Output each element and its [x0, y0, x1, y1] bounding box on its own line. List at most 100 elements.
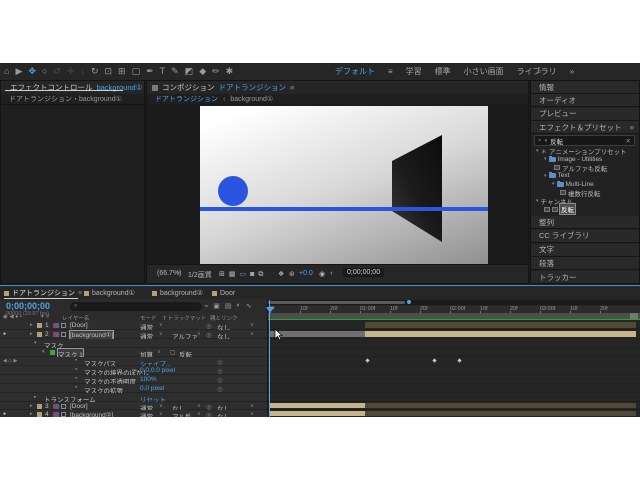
stopwatch-icon[interactable]: ◔ [74, 358, 78, 364]
keyframe-diamond[interactable] [432, 358, 436, 362]
effects-presets-header[interactable]: エフェクト＆プリセット ≡ [531, 121, 639, 134]
comp-mini-flowchart-icon[interactable]: ⌁ [204, 302, 208, 310]
playhead-handle[interactable] [266, 307, 274, 313]
property-row[interactable]: ▾マスク [0, 339, 267, 348]
timeline-search-input[interactable]: ⌕ [70, 302, 202, 311]
include-in-graph-icon[interactable]: ◎ [217, 385, 223, 393]
panel-menu-icon[interactable]: ≡ [78, 290, 82, 297]
preset-tree-item[interactable]: 反転 [544, 205, 575, 213]
panel-menu-icon[interactable]: ≡ [630, 123, 634, 132]
viewer-timecode[interactable]: 0;00;00;00 [343, 268, 384, 277]
layer-name[interactable]: [Door] [70, 403, 88, 410]
type-tool[interactable]: T [160, 67, 166, 76]
track-row[interactable] [268, 410, 640, 417]
orbit-camera-tool[interactable]: ↺ [53, 67, 61, 76]
track-row[interactable] [268, 357, 640, 366]
current-time-display[interactable]: 0;00;00;00 [6, 301, 50, 311]
keyframe-diamond[interactable] [365, 358, 369, 362]
parent-pickwhip-icon[interactable]: ◎ [206, 322, 212, 330]
twirl-icon[interactable]: ▾ [544, 156, 547, 162]
home-icon[interactable]: ⌂ [4, 67, 9, 76]
roto-brush-tool[interactable]: ✏ [212, 67, 220, 76]
include-in-graph-icon[interactable]: ◎ [217, 376, 223, 384]
pan-behind-tool[interactable]: ⊞ [118, 67, 126, 76]
caret-down-icon[interactable]: ▾ [545, 138, 548, 144]
workspace-tab-標準[interactable]: 標準 [435, 66, 451, 77]
panel-menu-icon[interactable]: ≡ [290, 83, 294, 92]
layer-name[interactable]: [background①] [70, 331, 113, 339]
eye-icon[interactable]: ● [3, 331, 6, 337]
dolly-camera-tool[interactable]: ↓ [80, 67, 85, 76]
shape-tool[interactable]: ▢ [132, 67, 141, 76]
preset-tree-item[interactable]: ▾＊アニメーションプリセット [536, 147, 627, 155]
mask-color-swatch[interactable] [50, 350, 55, 355]
sidebar-panel-プレビュー[interactable]: プレビュー [531, 108, 639, 121]
property-row[interactable]: ▾マスク 1加算∨▢反転 [0, 348, 267, 357]
zoom-tool[interactable]: ○ [42, 67, 47, 76]
workspace-tab-»[interactable]: » [570, 67, 574, 76]
grid-guides-icon[interactable]: ⊞ [219, 271, 225, 278]
keyframe-diamond[interactable] [457, 358, 461, 362]
property-row[interactable]: ◀ ◇ ▶◔マスクパスシェイプ...◎ [0, 357, 267, 366]
track-row[interactable] [268, 402, 640, 410]
pan-camera-tool[interactable]: ✛ [67, 67, 75, 76]
selection-tool[interactable]: ▶ [15, 67, 22, 76]
twirl-icon[interactable]: ▾ [34, 340, 37, 346]
label-color-swatch[interactable] [37, 323, 42, 328]
layer-row[interactable]: ▸3[Door]通常∨なし∨◎なし∨ [0, 402, 267, 410]
layer-duration-bar[interactable] [365, 403, 636, 408]
draft-3d-icon[interactable]: ▣ [213, 302, 220, 310]
clear-search-icon[interactable]: ✕ [626, 137, 634, 145]
channels-icon[interactable]: ❖ [278, 270, 284, 278]
twirl-icon[interactable]: ▾ [552, 181, 555, 187]
sidebar-panel-CC ライブラリ[interactable]: CC ライブラリ [531, 230, 639, 243]
layer-duration-bar[interactable] [365, 411, 636, 416]
property-row[interactable]: ◔マスクの不透明度100%◎ [0, 375, 267, 384]
hide-shy-layers-icon[interactable]: ▤ [225, 302, 232, 310]
composition-viewer[interactable] [147, 104, 528, 265]
property-row[interactable]: ◔マスクの拡張0.0 pixel◎ [0, 384, 267, 393]
preset-tree-item[interactable]: ▾Text [544, 172, 569, 180]
track-row[interactable] [268, 330, 640, 339]
track-row[interactable] [268, 384, 640, 393]
layer-name[interactable]: [Door] [70, 322, 88, 329]
timeline-tab-background②[interactable]: background② [152, 287, 203, 299]
zoom-handle[interactable] [407, 300, 411, 304]
hand-tool[interactable]: ✥ [28, 67, 36, 76]
mask-visibility-icon[interactable]: ▦ [229, 271, 236, 278]
twirl-icon[interactable]: ▾ [536, 148, 539, 154]
keyframe-navigator[interactable]: ◀ ◇ ▶ [3, 358, 17, 364]
include-in-graph-icon[interactable]: ◎ [217, 358, 223, 366]
track-row[interactable] [268, 339, 640, 348]
property-value[interactable]: 0.0,0.0 pixel [140, 367, 175, 374]
twirl-icon[interactable]: ▾ [544, 173, 547, 179]
workspace-tab-≡[interactable]: ≡ [388, 67, 393, 76]
fast-previews-icon[interactable]: ⊛ [289, 270, 295, 278]
track-row[interactable] [268, 366, 640, 375]
twirl-icon[interactable]: ▸ [34, 394, 37, 400]
comp-nav-nested[interactable]: background① [230, 95, 273, 103]
mode-dropdown[interactable]: 通常 [140, 411, 153, 417]
clone-stamp-tool[interactable]: ◩ [185, 67, 194, 76]
property-value[interactable]: 100% [140, 376, 157, 383]
sidebar-panel-整列[interactable]: 整列 [531, 216, 639, 229]
timeline-tab-ドアトランジション[interactable]: ドアトランジション≡ [4, 287, 82, 299]
property-row[interactable]: ▸トランスフォームリセット [0, 393, 267, 402]
twirl-icon[interactable]: ▾ [536, 198, 539, 204]
property-value[interactable]: 0.0 pixel [140, 385, 164, 392]
workspace-search-icon[interactable]: ⌕ [537, 67, 541, 77]
sidebar-panel-オーディオ[interactable]: オーディオ [531, 94, 639, 107]
playhead[interactable] [269, 300, 270, 417]
twirl-icon[interactable]: ▸ [30, 331, 33, 337]
effect-controls-tab[interactable]: エフェクトコントロール background① ≡ » [1, 81, 144, 94]
layer-duration-bar[interactable] [269, 411, 365, 416]
inverted-checkbox[interactable]: ▢ [170, 349, 176, 356]
timeline-tab-background①[interactable]: background① [84, 287, 135, 299]
layer-row[interactable]: ▸1[Door]通常∨◎なし∨ [0, 321, 267, 330]
pen-tool[interactable]: ✒ [146, 67, 154, 76]
composition-tab[interactable]: コンポジション ドアトランジション ≡ [147, 81, 528, 95]
stopwatch-icon[interactable]: ◔ [74, 376, 78, 382]
snapshot-icon[interactable]: ◉ [319, 270, 325, 278]
brush-tool[interactable]: ✎ [171, 67, 179, 76]
parent-dropdown[interactable]: なし [217, 411, 230, 417]
